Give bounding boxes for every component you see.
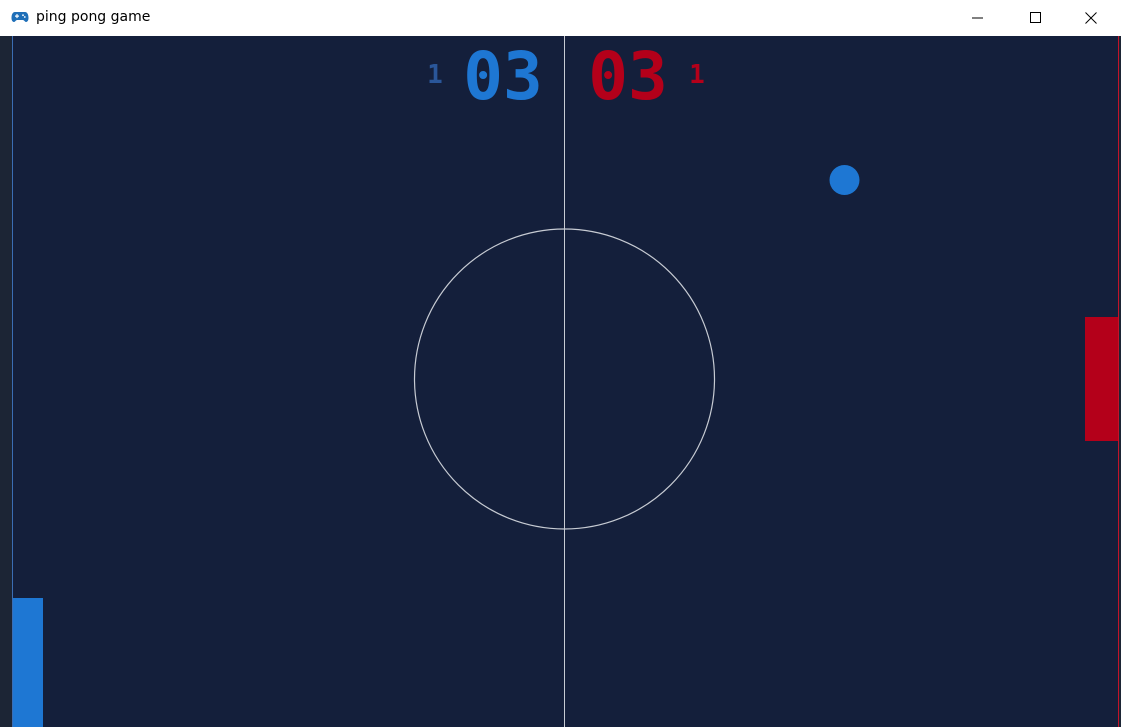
player2-sets: 1: [689, 60, 705, 90]
close-icon: [1085, 12, 1097, 24]
title-bar[interactable]: ping pong game: [0, 0, 1121, 36]
player1-score: 03: [463, 38, 542, 115]
court-svg: 1 03 03 1: [0, 36, 1121, 727]
close-button[interactable]: [1068, 0, 1114, 36]
maximize-icon: [1030, 12, 1041, 23]
right-paddle: [1085, 317, 1119, 441]
left-window-edge: [0, 36, 12, 727]
minimize-icon: [972, 17, 983, 19]
ball: [829, 165, 860, 195]
gamepad-icon: [11, 9, 29, 25]
game-canvas[interactable]: 1 03 03 1: [0, 36, 1121, 727]
player2-score: 03: [588, 38, 667, 115]
left-paddle: [12, 598, 43, 727]
court-background: [0, 36, 1121, 727]
window-title: ping pong game: [36, 9, 151, 25]
player1-sets: 1: [427, 60, 443, 90]
left-court-border: [12, 36, 13, 727]
maximize-button[interactable]: [1013, 0, 1059, 36]
minimize-button[interactable]: [955, 0, 1001, 36]
